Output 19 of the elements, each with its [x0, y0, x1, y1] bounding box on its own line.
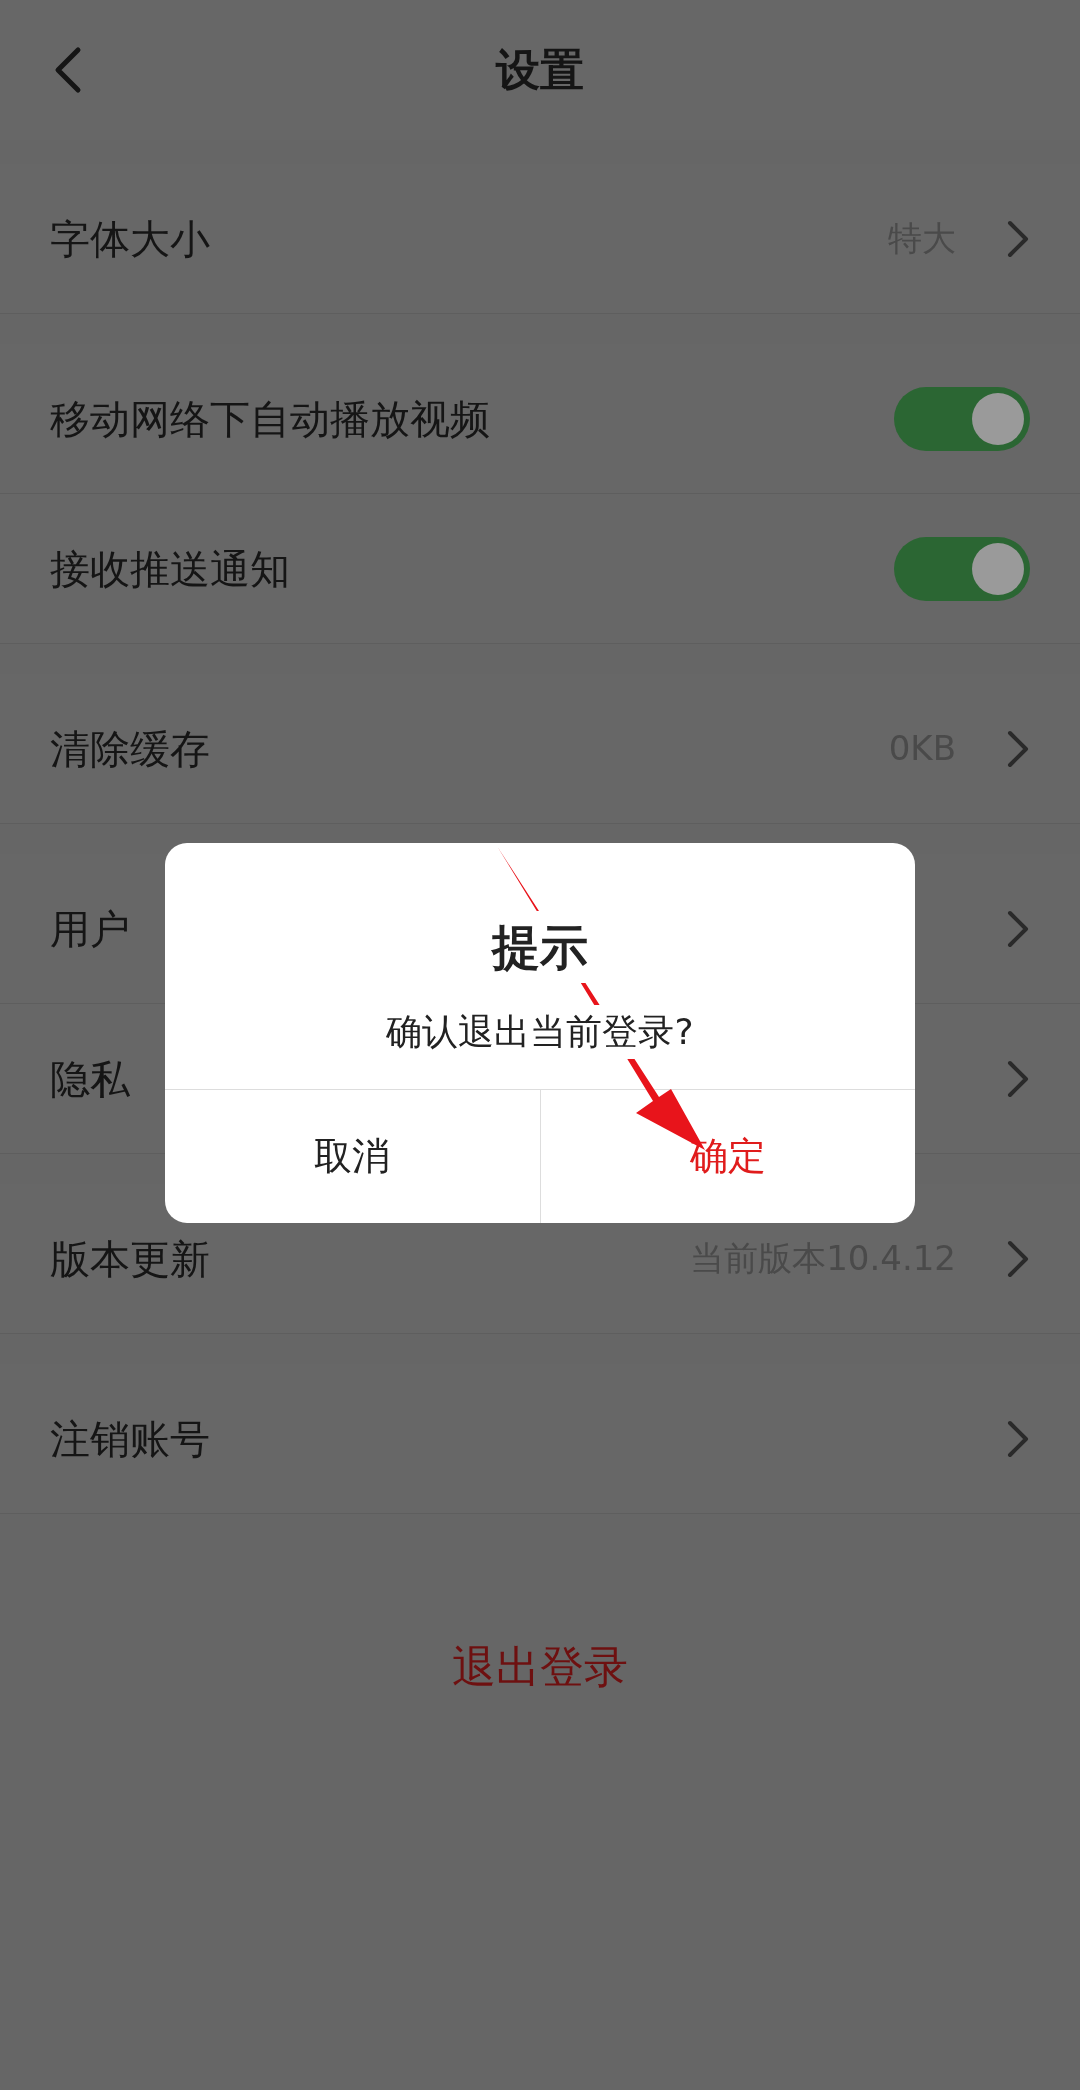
row-label: 用户 [50, 904, 130, 954]
chevron-right-icon [1006, 1238, 1030, 1279]
row-label: 清除缓存 [50, 724, 210, 774]
dialog-message: 确认退出当前登录? [386, 1005, 694, 1059]
confirm-button[interactable]: 确定 [539, 1090, 915, 1223]
chevron-right-icon [1006, 218, 1030, 259]
page-title: 设置 [496, 43, 584, 97]
chevron-right-icon [1006, 728, 1030, 769]
row-label: 版本更新 [50, 1234, 210, 1284]
dialog-title: 提示 [492, 911, 588, 983]
chevron-right-icon [1006, 908, 1030, 949]
row-label: 移动网络下自动播放视频 [50, 394, 490, 444]
row-label: 隐私 [50, 1054, 130, 1104]
row-label: 字体大小 [50, 214, 210, 264]
chevron-right-icon [1006, 1418, 1030, 1459]
row-label: 接收推送通知 [50, 544, 290, 594]
logout-button[interactable]: 退出登录 [432, 1624, 648, 1710]
row-label: 注销账号 [50, 1414, 210, 1464]
chevron-right-icon [1006, 1058, 1030, 1099]
